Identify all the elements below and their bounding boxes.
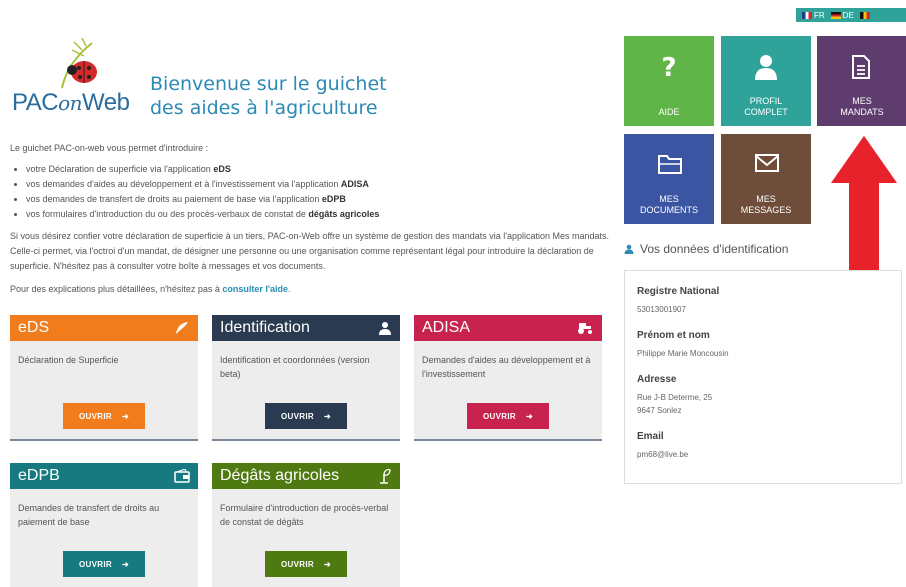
- logo-on: on: [58, 91, 82, 115]
- card-description: Identification et coordonnées (version b…: [220, 355, 370, 379]
- field-registre-national: Registre National 53013001907: [637, 286, 720, 314]
- intro-list: votre Déclaration de superficie via l'ap…: [26, 163, 610, 221]
- svg-text:?: ?: [661, 54, 676, 82]
- open-identification-button[interactable]: OUVRIR ➜: [265, 403, 347, 429]
- pac-on-web-logo[interactable]: PAConWeb: [12, 38, 142, 122]
- card-description: Demandes d'aides au développement et à l…: [422, 355, 591, 379]
- card-header: Identification: [212, 315, 400, 341]
- help-link[interactable]: consulter l'aide: [222, 284, 288, 294]
- list-item: vos formulaires d'introduction du ou des…: [26, 208, 610, 221]
- feather-icon: [176, 322, 188, 334]
- profile-icon: [755, 55, 777, 80]
- open-eds-button[interactable]: OUVRIR ➜: [63, 403, 145, 429]
- card-edpb: eDPB Demandes de transfert de droits au …: [10, 463, 198, 587]
- card-description: Demandes de transfert de droits au paiem…: [18, 503, 160, 527]
- tile-profil-complet[interactable]: PROFIL COMPLET: [721, 36, 811, 126]
- user-icon: [379, 322, 391, 335]
- logo-web: Web: [82, 89, 130, 116]
- language-be[interactable]: [859, 11, 870, 19]
- flag-fr-icon: [802, 11, 812, 19]
- card-description: Formulaire d'introduction de procès-verb…: [220, 503, 389, 527]
- card-title: Identification: [220, 319, 310, 336]
- red-arrow-annotation: [827, 132, 901, 273]
- tile-mes-documents[interactable]: MES DOCUMENTS: [624, 134, 714, 224]
- tile-mes-mandats[interactable]: MES MANDATS: [817, 36, 906, 126]
- field-prenom-nom: Prénom et nom Philippe Marie Moncousin: [637, 330, 729, 358]
- sign-in-icon: ➜: [323, 411, 331, 421]
- card-description: Déclaration de Superficie: [18, 355, 119, 365]
- open-edpb-button[interactable]: OUVRIR ➜: [63, 551, 145, 577]
- user-icon: [624, 244, 634, 254]
- list-item: votre Déclaration de superficie via l'ap…: [26, 163, 610, 176]
- language-bar: FR DE: [796, 8, 906, 22]
- intro-lead: Le guichet PAC-on-web vous permet d'intr…: [10, 143, 209, 153]
- card-title: eDS: [18, 319, 50, 336]
- intro-section: Le guichet PAC-on-web vous permet d'intr…: [10, 142, 610, 296]
- wallet-icon: [174, 469, 190, 483]
- intro-paragraph: Si vous désirez confier votre déclaratio…: [10, 231, 610, 271]
- field-adresse: Adresse Rue J-B Determe, 25 9647 Sonlez: [637, 374, 713, 415]
- sign-in-icon: ➜: [323, 559, 331, 569]
- identification-title: Vos données d'identification: [624, 242, 788, 256]
- sign-in-icon: ➜: [121, 559, 129, 569]
- card-header: ADISA: [414, 315, 602, 341]
- open-adisa-button[interactable]: OUVRIR ➜: [467, 403, 549, 429]
- tractor-icon: [578, 323, 592, 334]
- folder-icon: [658, 155, 682, 174]
- card-eds: eDS Déclaration de Superficie OUVRIR ➜: [10, 315, 198, 441]
- identification-panel: Registre National 53013001907 Prénom et …: [624, 270, 902, 484]
- card-adisa: ADISA Demandes d'aides au développement …: [414, 315, 602, 441]
- card-header: Dégâts agricoles: [212, 463, 400, 489]
- list-item: vos demandes de transfert de droits au p…: [26, 193, 610, 206]
- language-fr[interactable]: FR: [802, 11, 825, 20]
- card-identification: Identification Identification et coordon…: [212, 315, 400, 441]
- card-title: Dégâts agricoles: [220, 467, 340, 484]
- list-item: vos demandes d'aides au développement et…: [26, 178, 610, 191]
- language-de[interactable]: DE: [830, 11, 854, 20]
- sign-in-icon: ➜: [525, 411, 533, 421]
- tile-mes-messages[interactable]: MES MESSAGES: [721, 134, 811, 224]
- help-line: Pour des explications plus détaillées, n…: [10, 284, 291, 294]
- card-title: ADISA: [422, 319, 471, 336]
- card-degats-agricoles: Dégâts agricoles Formulaire d'introducti…: [212, 463, 400, 587]
- flag-de-icon: [830, 11, 841, 19]
- welcome-title: Bienvenue sur le guichet des aides à l'a…: [150, 73, 387, 119]
- plant-icon: [380, 469, 391, 484]
- tile-aide[interactable]: ? AIDE: [624, 36, 714, 126]
- open-degats-button[interactable]: OUVRIR ➜: [265, 551, 347, 577]
- logo-pac: PAC: [12, 89, 59, 116]
- envelope-icon: [755, 154, 779, 172]
- sign-in-icon: ➜: [121, 411, 129, 421]
- card-header: eDPB: [10, 463, 198, 489]
- flag-be-icon: [859, 11, 870, 19]
- card-header: eDS: [10, 315, 198, 341]
- question-icon: ?: [661, 54, 676, 82]
- card-title: eDPB: [18, 467, 60, 484]
- document-icon: [852, 55, 870, 79]
- field-email: Email pm68@live.be: [637, 431, 689, 459]
